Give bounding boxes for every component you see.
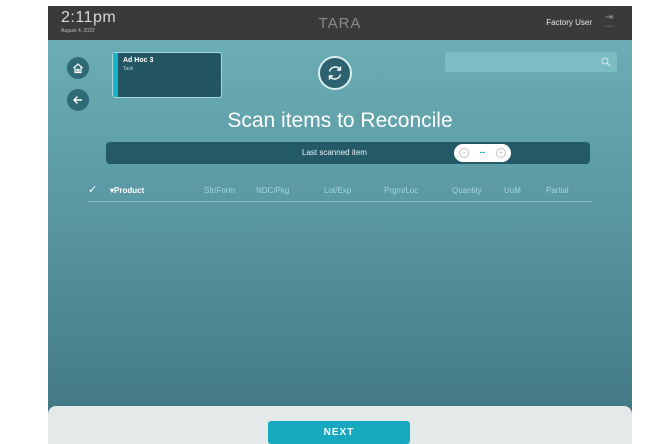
column-header-partial[interactable]: Partial (546, 186, 569, 195)
table-header: ✓ ▾Product Str/Form NDC/Pkg Lot/Exp Prgm… (88, 182, 592, 202)
app-name: TARA (318, 15, 362, 32)
page-title: Scan items to Reconcile (227, 109, 453, 132)
top-bar: 2:11pm August 4, 2022 TARA Factory User … (48, 6, 632, 40)
refresh-button[interactable] (318, 56, 352, 90)
decrement-button[interactable]: − (459, 148, 469, 158)
column-header-product[interactable]: ▾Product (110, 186, 144, 195)
column-header-ndc-pkg[interactable]: NDC/Pkg (256, 186, 289, 195)
app-screen: 2:11pm August 4, 2022 TARA Factory User … (48, 6, 632, 444)
logout-button[interactable]: ⇥ Logout (598, 12, 620, 36)
search-icon[interactable] (601, 57, 611, 67)
increment-button[interactable]: + (496, 148, 506, 158)
logout-icon: ⇥ (604, 12, 614, 23)
last-scanned-label: Last scanned item (302, 148, 367, 157)
arrow-left-icon (73, 96, 82, 104)
column-header-prgm-loc[interactable]: Prgm/Loc (384, 186, 418, 195)
home-button[interactable] (67, 57, 89, 79)
footer: NEXT (48, 406, 632, 444)
column-header-str-form[interactable]: Str/Form (204, 186, 235, 195)
refresh-icon (328, 66, 342, 80)
home-icon (73, 63, 83, 74)
scan-bar: Last scanned item − -- + (106, 142, 590, 164)
quantity-stepper: − -- + (454, 144, 511, 162)
task-title: Ad Hoc 3 (123, 57, 154, 64)
column-header-product-label: Product (114, 186, 145, 195)
column-header-lot-exp[interactable]: Lot/Exp (324, 186, 351, 195)
user-name: Factory User (546, 18, 592, 27)
column-header-quantity[interactable]: Quantity (452, 186, 482, 195)
back-button[interactable] (67, 89, 89, 111)
task-subtitle: Task (123, 66, 134, 72)
search-input[interactable] (445, 52, 595, 72)
column-header-uom[interactable]: UoM (504, 186, 521, 195)
quantity-value: -- (479, 147, 486, 157)
logout-label: Logout (604, 24, 614, 28)
select-all-checkmark-icon[interactable]: ✓ (88, 183, 97, 196)
task-card-stripe (113, 53, 118, 97)
task-card[interactable]: Ad Hoc 3 Task (112, 52, 222, 98)
search-box (445, 52, 617, 72)
next-button[interactable]: NEXT (268, 421, 410, 444)
